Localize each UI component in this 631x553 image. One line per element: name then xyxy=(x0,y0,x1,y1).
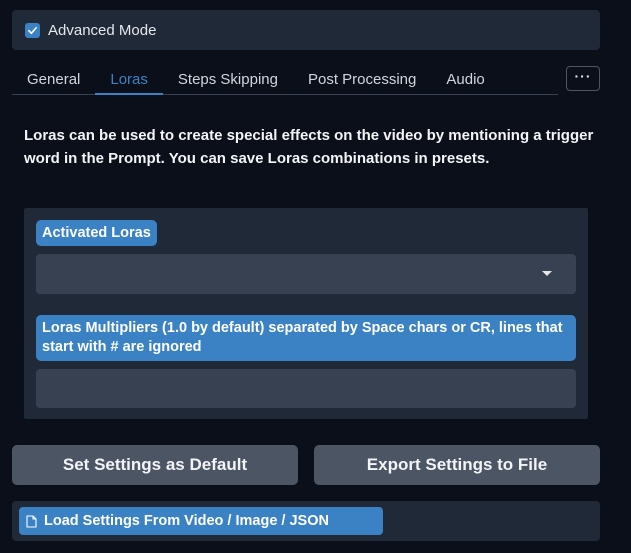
advanced-mode-checkbox[interactable] xyxy=(25,22,40,38)
tab-audio[interactable]: Audio xyxy=(431,64,499,95)
load-settings-row: Load Settings From Video / Image / JSON xyxy=(12,501,600,541)
loras-multipliers-label: Loras Multipliers (1.0 by default) separ… xyxy=(36,315,576,361)
advanced-mode-row: Advanced Mode xyxy=(12,10,600,50)
loras-multipliers-input[interactable] xyxy=(36,369,576,408)
activated-loras-dropdown[interactable] xyxy=(36,254,576,294)
loras-panel: Activated Loras Loras Multipliers (1.0 b… xyxy=(24,208,588,419)
loras-description: Loras can be used to create special effe… xyxy=(24,127,594,167)
more-tabs-button[interactable]: ··· xyxy=(566,66,600,91)
tab-general[interactable]: General xyxy=(12,64,95,95)
settings-tabs: General Loras Steps Skipping Post Proces… xyxy=(12,64,558,95)
load-settings-button[interactable]: Load Settings From Video / Image / JSON xyxy=(19,507,383,535)
ellipsis-icon: ··· xyxy=(574,68,592,84)
tab-steps-skipping[interactable]: Steps Skipping xyxy=(163,64,293,95)
check-icon xyxy=(28,26,37,34)
set-default-button[interactable]: Set Settings as Default xyxy=(12,445,298,485)
tab-post-processing[interactable]: Post Processing xyxy=(293,64,431,95)
export-settings-button[interactable]: Export Settings to File xyxy=(314,445,600,485)
activated-loras-label: Activated Loras xyxy=(36,220,157,246)
load-settings-label: Load Settings From Video / Image / JSON xyxy=(44,513,329,529)
file-icon xyxy=(26,514,37,528)
advanced-mode-label[interactable]: Advanced Mode xyxy=(48,22,156,39)
tab-loras[interactable]: Loras xyxy=(95,64,163,95)
chevron-down-icon xyxy=(542,271,552,276)
